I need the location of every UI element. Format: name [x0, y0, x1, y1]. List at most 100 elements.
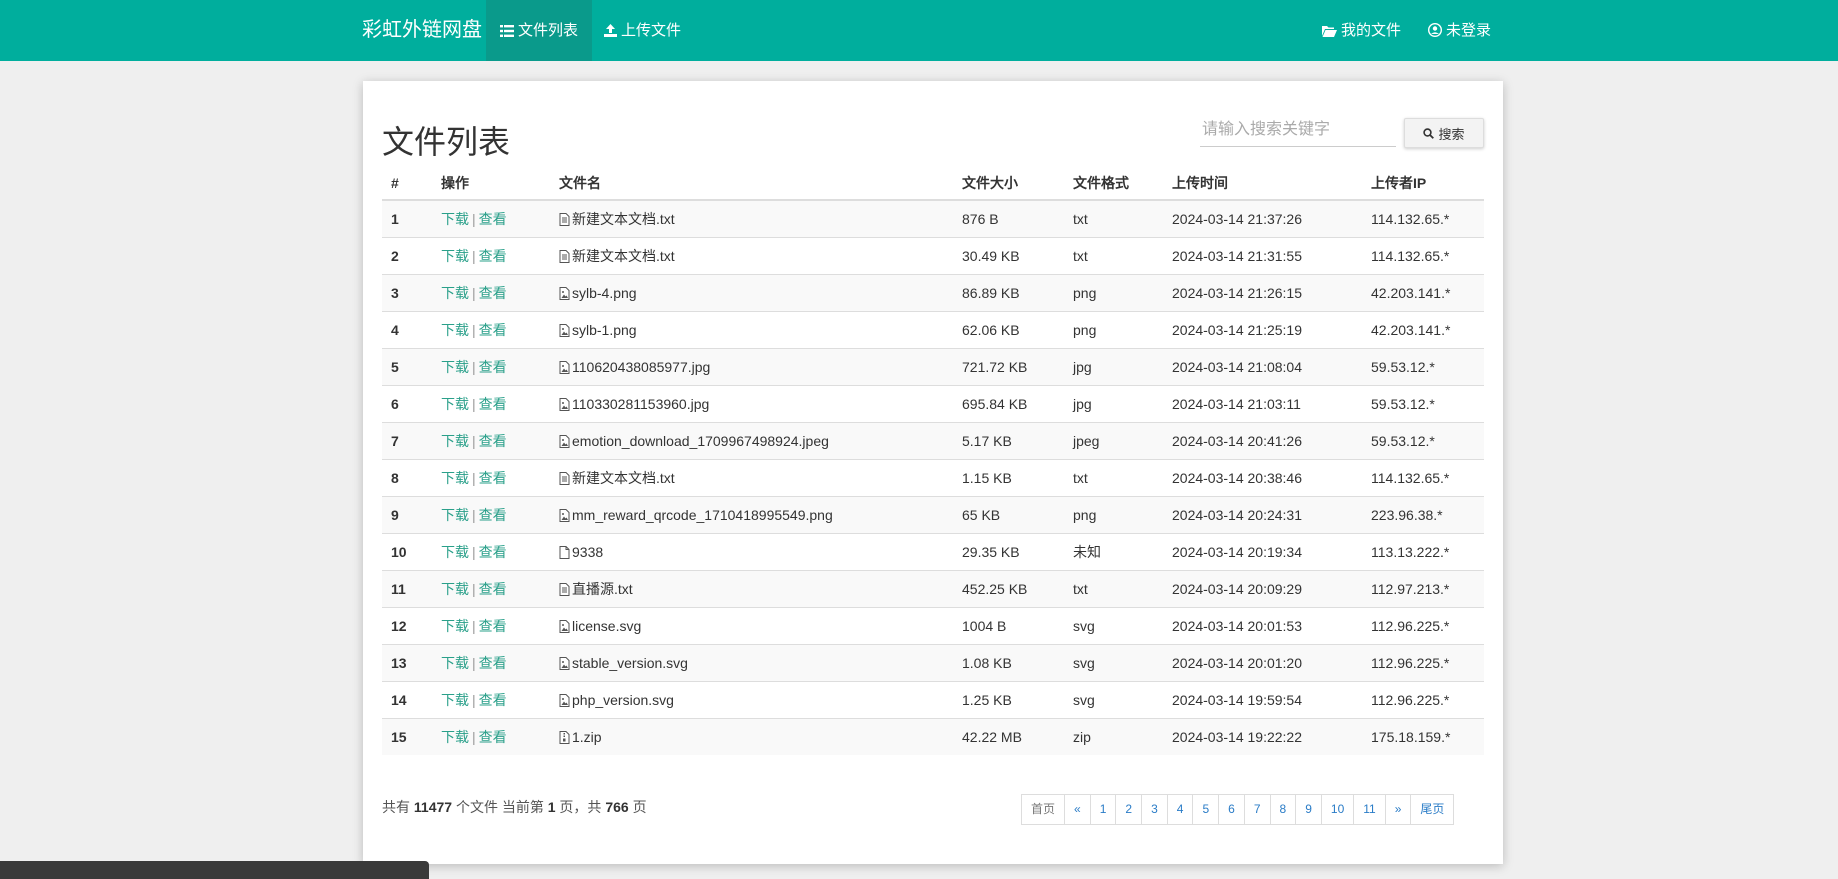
row-format: 未知	[1064, 532, 1163, 570]
table-row: 7 下载 | 查看 emotion_download_1709967498924.jpe…	[382, 421, 1484, 459]
nav-my-files[interactable]: 我的文件	[1308, 0, 1415, 61]
nav-upload[interactable]: 上传文件	[590, 0, 695, 61]
text-file-icon	[559, 249, 570, 263]
page-link-1[interactable]: «	[1064, 794, 1091, 825]
table-row: 3 下载 | 查看 sylb-4.png 86.89 KB png 2024-03-14 21…	[382, 273, 1484, 311]
action-separator: |	[472, 691, 476, 708]
view-link[interactable]: 查看	[479, 618, 507, 634]
row-actions: 下载 | 查看	[432, 310, 550, 348]
image-file-icon	[559, 619, 570, 633]
row-actions: 下载 | 查看	[432, 384, 550, 422]
row-format: jpg	[1064, 384, 1163, 422]
download-link[interactable]: 下载	[441, 581, 469, 597]
view-link[interactable]: 查看	[479, 433, 507, 449]
row-size: 452.25 KB	[953, 569, 1064, 607]
upload-icon	[604, 24, 617, 37]
download-link[interactable]: 下载	[441, 470, 469, 486]
page-link-7[interactable]: 6	[1218, 794, 1245, 825]
download-link[interactable]: 下载	[441, 285, 469, 301]
action-separator: |	[472, 247, 476, 264]
page-link-5[interactable]: 4	[1166, 794, 1194, 825]
row-actions: 下载 | 查看	[432, 236, 550, 274]
page-link-10[interactable]: 9	[1295, 794, 1322, 825]
filename-text: 1.zip	[572, 728, 602, 745]
download-link[interactable]: 下载	[441, 359, 469, 375]
table-row: 10 下载 | 查看 9338 29.35 KB 未知 2024-03-14 20:19:34…	[382, 532, 1484, 570]
row-size: 65 KB	[953, 495, 1064, 533]
action-separator: |	[472, 506, 476, 523]
download-link[interactable]: 下载	[441, 729, 469, 745]
download-link[interactable]: 下载	[441, 433, 469, 449]
row-upload-time: 2024-03-14 19:59:54	[1163, 680, 1362, 718]
page-link-3[interactable]: 2	[1115, 794, 1143, 825]
file-table-body: 1 下载 | 查看 新建文本文档.txt 876 Btxt 2024-03-14 21:37…	[382, 199, 1484, 755]
row-index: 2	[382, 236, 432, 274]
search-input[interactable]	[1200, 113, 1396, 147]
row-uploader-ip: 114.132.65.*	[1362, 199, 1484, 237]
pagination: 首页 «1 2 3 4 5 6 7 8 9 10 11» 尾页	[1021, 794, 1455, 825]
view-link[interactable]: 查看	[479, 470, 507, 486]
row-format: txt	[1064, 569, 1163, 607]
view-link[interactable]: 查看	[479, 359, 507, 375]
view-link[interactable]: 查看	[479, 655, 507, 671]
row-uploader-ip: 112.96.225.*	[1362, 680, 1484, 718]
download-link[interactable]: 下载	[441, 692, 469, 708]
header-filename: 文件名	[550, 167, 953, 201]
nav-login-status[interactable]: 未登录	[1414, 0, 1505, 61]
page-link-8[interactable]: 7	[1243, 794, 1271, 825]
row-filename: mm_reward_qrcode_1710418995549.png	[550, 495, 953, 533]
row-upload-time: 2024-03-14 20:01:53	[1163, 606, 1362, 644]
page-link-14[interactable]: 尾页	[1410, 794, 1455, 825]
view-link[interactable]: 查看	[479, 544, 507, 560]
archive-file-icon	[559, 730, 570, 744]
row-index: 3	[382, 273, 432, 311]
view-link[interactable]: 查看	[479, 322, 507, 338]
list-icon	[500, 25, 514, 37]
download-link[interactable]: 下载	[441, 618, 469, 634]
page-link-0[interactable]: 首页	[1021, 794, 1066, 825]
view-link[interactable]: 查看	[479, 729, 507, 745]
download-link[interactable]: 下载	[441, 507, 469, 523]
view-link[interactable]: 查看	[479, 581, 507, 597]
download-link[interactable]: 下载	[441, 322, 469, 338]
row-upload-time: 2024-03-14 20:38:46	[1163, 458, 1362, 496]
view-link[interactable]: 查看	[479, 692, 507, 708]
table-row: 12 下载 | 查看 license.svg 1004 Bsvg 2024-03-14 20…	[382, 606, 1484, 644]
action-separator: |	[472, 395, 476, 412]
page-link-9[interactable]: 8	[1269, 794, 1297, 825]
view-link[interactable]: 查看	[479, 507, 507, 523]
row-uploader-ip: 114.132.65.*	[1362, 236, 1484, 274]
row-size: 721.72 KB	[953, 347, 1064, 385]
text-file-icon	[559, 582, 570, 596]
page-link-12[interactable]: 11	[1353, 794, 1386, 825]
row-filename: stable_version.svg	[550, 643, 953, 681]
search-button[interactable]: 搜索	[1404, 118, 1484, 148]
row-actions: 下载 | 查看	[432, 569, 550, 607]
row-size: 30.49 KB	[953, 236, 1064, 274]
nav-file-list[interactable]: 文件列表	[486, 0, 593, 61]
row-upload-time: 2024-03-14 20:19:34	[1163, 532, 1362, 570]
row-uploader-ip: 59.53.12.*	[1362, 421, 1484, 459]
page-link-2[interactable]: 1	[1089, 794, 1117, 825]
download-link[interactable]: 下载	[441, 248, 469, 264]
download-link[interactable]: 下载	[441, 211, 469, 227]
row-index: 13	[382, 643, 432, 681]
page-link-4[interactable]: 3	[1141, 794, 1168, 825]
page-link-11[interactable]: 10	[1320, 794, 1355, 825]
download-link[interactable]: 下载	[441, 544, 469, 560]
page-link-13[interactable]: »	[1384, 794, 1412, 825]
view-link[interactable]: 查看	[479, 248, 507, 264]
row-index: 15	[382, 717, 432, 755]
row-actions: 下载 | 查看	[432, 421, 550, 459]
row-index: 11	[382, 569, 432, 607]
row-format: jpeg	[1064, 421, 1163, 459]
image-file-icon	[559, 360, 570, 374]
download-link[interactable]: 下载	[441, 396, 469, 412]
page-link-6[interactable]: 5	[1192, 794, 1220, 825]
view-link[interactable]: 查看	[479, 211, 507, 227]
user-circle-icon	[1427, 22, 1443, 38]
view-link[interactable]: 查看	[479, 396, 507, 412]
download-link[interactable]: 下载	[441, 655, 469, 671]
view-link[interactable]: 查看	[479, 285, 507, 301]
brand-title[interactable]: 彩虹外链网盘	[362, 0, 482, 61]
